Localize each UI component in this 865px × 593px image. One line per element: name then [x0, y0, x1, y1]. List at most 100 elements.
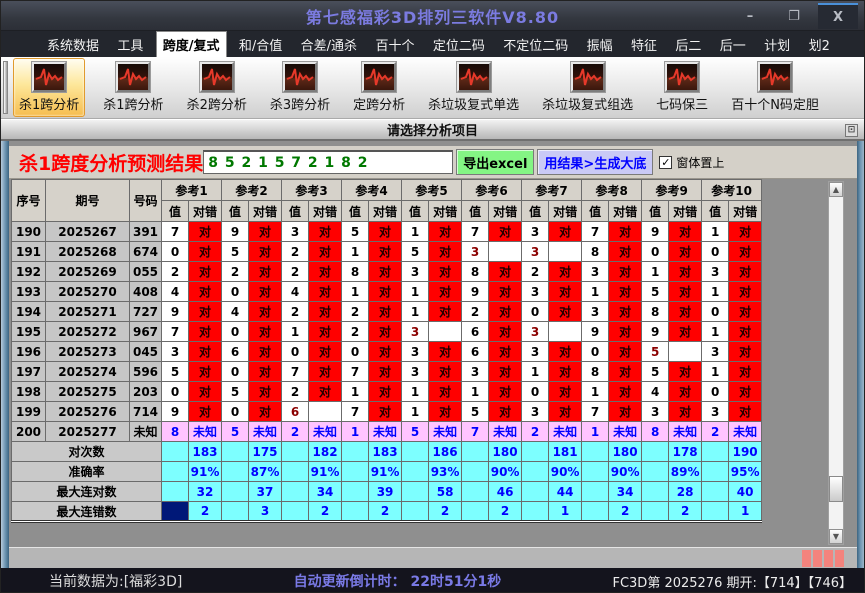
value-cell[interactable]: 4: [642, 382, 669, 402]
summary-spacer-cell[interactable]: [642, 442, 669, 462]
vertical-scrollbar[interactable]: ▲ ▼: [828, 181, 844, 545]
status-cell[interactable]: 未知: [729, 422, 762, 442]
value-cell[interactable]: 0: [522, 302, 549, 322]
status-cell[interactable]: 对: [729, 362, 762, 382]
summary-spacer-cell[interactable]: [522, 462, 549, 482]
value-cell[interactable]: 8: [582, 362, 609, 382]
value-cell[interactable]: 0: [702, 302, 729, 322]
status-cell[interactable]: 对: [369, 402, 402, 422]
value-cell[interactable]: 9: [222, 222, 249, 242]
status-cell[interactable]: 对: [429, 222, 462, 242]
status-cell[interactable]: 对: [489, 282, 522, 302]
status-cell[interactable]: 未知: [489, 422, 522, 442]
summary-value-cell[interactable]: 2: [309, 502, 342, 522]
status-cell[interactable]: [429, 322, 462, 342]
status-cell[interactable]: 对: [609, 302, 642, 322]
status-cell[interactable]: 对: [429, 242, 462, 262]
summary-value-cell[interactable]: 37: [249, 482, 282, 502]
value-cell[interactable]: 1: [522, 362, 549, 382]
status-cell[interactable]: 对: [429, 262, 462, 282]
status-cell[interactable]: 对: [189, 242, 222, 262]
period-cell[interactable]: 2025274: [46, 362, 130, 382]
menu-item[interactable]: 和/合值: [233, 31, 288, 57]
status-cell[interactable]: 对: [369, 342, 402, 362]
summary-value-cell[interactable]: 39: [369, 482, 402, 502]
summary-value-cell[interactable]: 58: [429, 482, 462, 502]
value-cell[interactable]: 8: [582, 242, 609, 262]
seq-cell[interactable]: 196: [12, 342, 46, 362]
value-cell[interactable]: 2: [462, 302, 489, 322]
menu-item[interactable]: 工具: [111, 31, 149, 57]
status-cell[interactable]: 未知: [669, 422, 702, 442]
summary-spacer-cell[interactable]: [522, 482, 549, 502]
value-cell[interactable]: 5: [222, 422, 249, 442]
value-cell[interactable]: 3: [522, 402, 549, 422]
value-cell[interactable]: 3: [462, 362, 489, 382]
value-cell[interactable]: 5: [162, 362, 189, 382]
summary-spacer-cell[interactable]: [462, 502, 489, 522]
status-cell[interactable]: 未知: [549, 422, 582, 442]
status-cell[interactable]: 对: [549, 302, 582, 322]
value-cell[interactable]: 3: [582, 302, 609, 322]
number-cell[interactable]: 055: [130, 262, 162, 282]
status-cell[interactable]: [669, 342, 702, 362]
status-cell[interactable]: 对: [189, 322, 222, 342]
summary-spacer-cell[interactable]: [342, 462, 369, 482]
period-cell[interactable]: 2025272: [46, 322, 130, 342]
seq-cell[interactable]: 200: [12, 422, 46, 442]
summary-value-cell[interactable]: 2: [189, 502, 222, 522]
form-on-top-checkbox[interactable]: ✓ 窗体置上: [659, 154, 724, 171]
summary-value-cell[interactable]: 91%: [189, 462, 222, 482]
value-cell[interactable]: 9: [162, 402, 189, 422]
status-cell[interactable]: 对: [309, 262, 342, 282]
summary-spacer-cell[interactable]: [342, 442, 369, 462]
value-cell[interactable]: 1: [702, 362, 729, 382]
value-cell[interactable]: 8: [162, 422, 189, 442]
status-cell[interactable]: 对: [189, 382, 222, 402]
number-cell[interactable]: 203: [130, 382, 162, 402]
status-cell[interactable]: 对: [309, 362, 342, 382]
status-cell[interactable]: 对: [189, 222, 222, 242]
value-cell[interactable]: 4: [222, 302, 249, 322]
value-cell[interactable]: 7: [342, 402, 369, 422]
value-cell[interactable]: 2: [522, 422, 549, 442]
period-cell[interactable]: 2025271: [46, 302, 130, 322]
status-cell[interactable]: 对: [729, 302, 762, 322]
status-cell[interactable]: 对: [429, 342, 462, 362]
summary-value-cell[interactable]: 186: [429, 442, 462, 462]
summary-value-cell[interactable]: 34: [609, 482, 642, 502]
status-cell[interactable]: 对: [429, 282, 462, 302]
status-cell[interactable]: [489, 242, 522, 262]
status-cell[interactable]: 对: [669, 282, 702, 302]
status-cell[interactable]: 对: [669, 382, 702, 402]
summary-spacer-cell[interactable]: [162, 442, 189, 462]
summary-spacer-cell[interactable]: [162, 482, 189, 502]
value-cell[interactable]: 4: [162, 282, 189, 302]
number-cell[interactable]: 408: [130, 282, 162, 302]
value-cell[interactable]: 5: [642, 282, 669, 302]
period-cell[interactable]: 2025270: [46, 282, 130, 302]
summary-spacer-cell[interactable]: [162, 462, 189, 482]
status-cell[interactable]: 对: [249, 342, 282, 362]
value-cell[interactable]: 7: [162, 322, 189, 342]
value-cell[interactable]: 0: [222, 282, 249, 302]
value-cell[interactable]: 5: [462, 402, 489, 422]
value-cell[interactable]: 3: [642, 402, 669, 422]
status-cell[interactable]: 对: [309, 382, 342, 402]
number-cell[interactable]: 391: [130, 222, 162, 242]
number-cell[interactable]: 596: [130, 362, 162, 382]
number-cell[interactable]: 未知: [130, 422, 162, 442]
menu-item[interactable]: 系统数据: [41, 31, 105, 57]
seq-cell[interactable]: 198: [12, 382, 46, 402]
summary-value-cell[interactable]: 2: [429, 502, 462, 522]
summary-spacer-cell[interactable]: [342, 502, 369, 522]
toolbar-button[interactable]: 七码保三: [651, 59, 713, 116]
generate-base-button[interactable]: 用结果>生成大底: [537, 149, 653, 175]
summary-value-cell[interactable]: 89%: [669, 462, 702, 482]
period-cell[interactable]: 2025267: [46, 222, 130, 242]
value-cell[interactable]: 7: [282, 362, 309, 382]
value-cell[interactable]: 7: [162, 222, 189, 242]
status-cell[interactable]: 对: [369, 242, 402, 262]
status-cell[interactable]: 对: [369, 222, 402, 242]
number-cell[interactable]: 674: [130, 242, 162, 262]
